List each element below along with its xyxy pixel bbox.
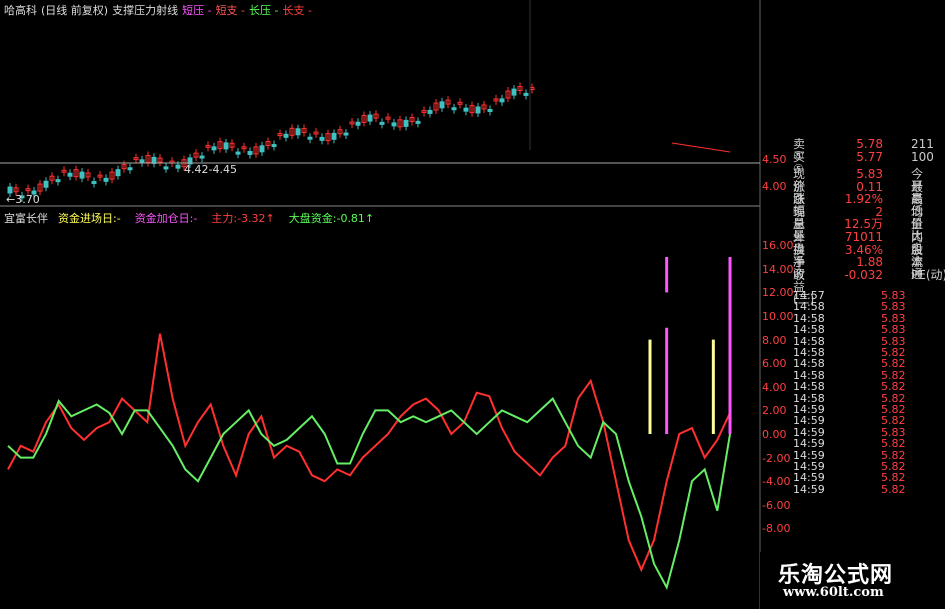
candle-body [379, 121, 385, 125]
candle-body [499, 98, 505, 103]
candle-body [415, 120, 421, 124]
candle-body [523, 92, 529, 96]
candle-body [55, 179, 61, 183]
period-label: (日线 前复权) [41, 4, 109, 17]
candle-body [283, 133, 289, 138]
candle-body [319, 136, 325, 141]
candle-body [391, 122, 397, 127]
axis-tick-6: 4.00 [762, 380, 787, 394]
axis-tick-4.00: 4.00 [762, 180, 787, 193]
candle-body [475, 106, 481, 114]
axis-tick-4.50: 4.50 [762, 153, 787, 166]
candle-body [235, 151, 241, 155]
axis-tick-3: 10.00 [762, 310, 794, 323]
indicator-item-1: 资金加仓日:- [134, 212, 198, 225]
candle-body [451, 107, 457, 111]
series-line-1 [7, 396, 731, 591]
candle-body [163, 166, 169, 170]
indicator-name: 支撑压力射线 [112, 4, 179, 17]
candle-body [67, 172, 73, 177]
candle-body [511, 88, 517, 96]
candle-body [91, 181, 97, 185]
watermark-url: www.60lt.com [783, 585, 884, 600]
axis-tick-0: 16.00 [762, 239, 794, 253]
range-label: 4.42-4.45 [184, 163, 237, 176]
axis-tick-9: -2.00 [762, 451, 791, 465]
candle-body [115, 169, 121, 177]
resistance-ray [671, 142, 731, 153]
candle-body [79, 171, 85, 179]
header-label-2: 长压 - [249, 4, 279, 17]
candle-body [343, 132, 349, 136]
header-label-0: 短压 - [182, 4, 212, 17]
candlestick-area [7, 82, 535, 202]
axis-tick-11: -6.00 [762, 498, 791, 512]
stock-name: 哈高科 [4, 4, 37, 17]
candle-body [43, 180, 49, 188]
indicator-title: 宜富长伴 [4, 212, 48, 225]
candle-body [403, 119, 409, 127]
candle-body [103, 177, 109, 182]
indicator-header: 宜富长伴 资金进场日:- 资金加仓日:- 主力:-3.32↑ 大盘资金:-0.81↑ [4, 212, 388, 225]
indicator-item-2: 主力:-3.32↑ [211, 212, 275, 225]
candle-body [439, 101, 445, 109]
indicator-item-3: 大盘资金:-0.81↑ [288, 212, 375, 225]
axis-tick-1: 14.00 [762, 262, 794, 276]
signal-bars [648, 257, 732, 434]
header-label-3: 长支 - [282, 4, 312, 17]
candle-body [247, 150, 253, 155]
candle-body [427, 109, 433, 114]
header-label-1: 短支 - [215, 4, 246, 17]
axis-tick-5: 6.00 [762, 357, 787, 371]
axis-tick-2: 12.00 [762, 286, 794, 300]
axis-tick-10: -4.00 [762, 475, 791, 489]
candle-body [211, 146, 217, 151]
candle-body [199, 155, 205, 159]
candle-body [139, 159, 145, 164]
candle-body [307, 136, 313, 140]
candle-body [175, 164, 181, 169]
candle-body [355, 121, 361, 126]
candle-body [127, 167, 133, 171]
candle-body [271, 144, 277, 148]
indicator-item-0: 资金进场日:- [58, 212, 121, 225]
candle-body [367, 114, 373, 122]
candle-body [463, 107, 469, 112]
axis-tick-12: -8.00 [762, 522, 791, 536]
candle-body [295, 128, 301, 136]
grid-lines [0, 0, 761, 609]
indicator-lines [7, 333, 731, 591]
price-chart-header: 哈高科 (日线 前复权) 支撑压力射线 短压 - 短支 - 长压 - 长支 - [4, 4, 320, 17]
candle-body [331, 132, 337, 140]
candle-body [151, 156, 157, 164]
low-price-label: ←3.70 [6, 193, 40, 206]
candle-body [487, 108, 493, 112]
candle-body [259, 145, 265, 153]
axis-tick-8: 0.00 [762, 428, 787, 441]
axis-tick-4: 8.00 [762, 333, 787, 347]
candle-body [223, 142, 229, 150]
axis-tick-7: 2.00 [762, 404, 787, 418]
